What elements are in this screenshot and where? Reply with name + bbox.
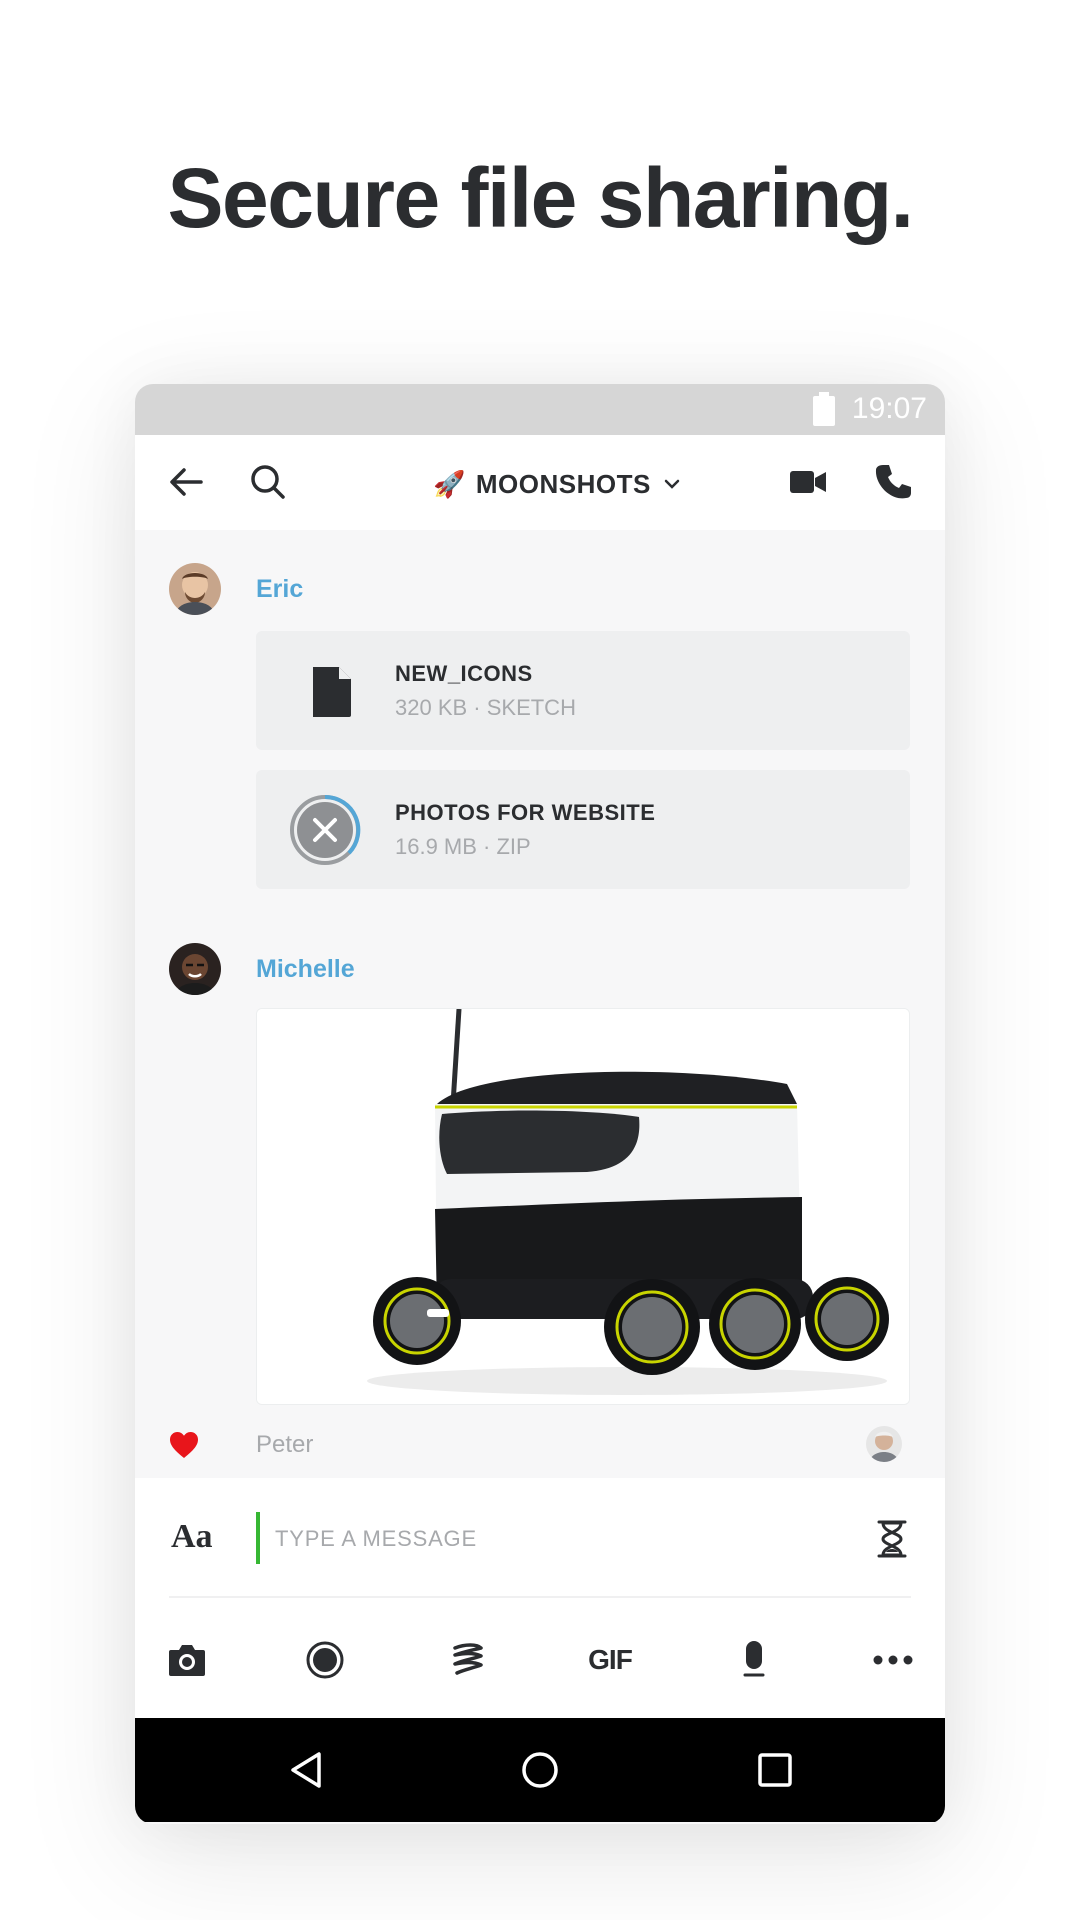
phone-frame: 19:07 🚀 MOONSHOTS Eric NEW_ICONS 320 KB …: [135, 384, 945, 1824]
text-format-button[interactable]: Aa: [171, 1518, 213, 1556]
input-toolbar: GIF: [135, 1598, 945, 1718]
chevron-down-icon: [664, 479, 680, 489]
camera-button[interactable]: [165, 1638, 209, 1682]
delivery-robot-image[interactable]: [256, 1008, 910, 1405]
file-attachment[interactable]: NEW_ICONS 320 KB · SKETCH: [256, 631, 910, 750]
system-navigation-bar: [135, 1718, 945, 1822]
heart-icon[interactable]: [169, 1431, 199, 1459]
more-icon: [873, 1655, 913, 1665]
text-cursor: [256, 1512, 260, 1564]
status-time: 19:07: [851, 392, 927, 425]
record-button[interactable]: [303, 1638, 347, 1682]
reaction-row: Peter: [135, 1415, 945, 1475]
more-button[interactable]: [871, 1638, 915, 1682]
file-meta: 320 KB · SKETCH: [395, 695, 576, 720]
avatar-michelle[interactable]: [169, 943, 221, 995]
back-arrow-icon[interactable]: [165, 461, 207, 503]
sketch-button[interactable]: [445, 1638, 489, 1682]
recents-square-icon[interactable]: [753, 1748, 797, 1792]
page-headline: Secure file sharing.: [167, 151, 914, 245]
status-bar: 19:07: [135, 384, 945, 435]
message-list: Eric NEW_ICONS 320 KB · SKETCH PHOTOS FO…: [135, 530, 945, 1478]
message-input[interactable]: TYPE A MESSAGE: [275, 1526, 477, 1552]
message-composer: Aa TYPE A MESSAGE: [135, 1478, 945, 1598]
back-triangle-icon[interactable]: [285, 1748, 329, 1792]
avatar-eric[interactable]: [169, 563, 221, 615]
file-icon: [313, 667, 351, 717]
sender-name-eric: Eric: [256, 575, 304, 603]
rocket-emoji: 🚀: [433, 468, 466, 499]
file-name: PHOTOS FOR WEBSITE: [395, 800, 656, 825]
record-icon: [306, 1641, 344, 1679]
microphone-icon: [743, 1641, 765, 1677]
reaction-name: Peter: [256, 1431, 314, 1458]
phone-call-icon[interactable]: [873, 461, 915, 503]
sketch-icon: [453, 1643, 483, 1675]
hourglass-icon[interactable]: [876, 1520, 908, 1558]
file-name: NEW_ICONS: [395, 661, 533, 686]
video-call-icon[interactable]: [787, 461, 829, 503]
file-attachment-downloading[interactable]: PHOTOS FOR WEBSITE 16.9 MB · ZIP: [256, 770, 910, 889]
gif-label: GIF: [588, 1644, 633, 1675]
home-circle-icon[interactable]: [518, 1748, 562, 1792]
conversation-header: 🚀 MOONSHOTS: [135, 435, 945, 530]
microphone-button[interactable]: [732, 1638, 776, 1682]
gif-button[interactable]: GIF: [585, 1638, 635, 1682]
conversation-title[interactable]: 🚀 MOONSHOTS: [433, 464, 683, 504]
file-meta: 16.9 MB · ZIP: [395, 834, 531, 859]
search-icon[interactable]: [247, 461, 289, 503]
cancel-download-icon[interactable]: [289, 794, 361, 866]
sender-name-michelle: Michelle: [256, 955, 355, 983]
camera-icon: [169, 1645, 205, 1676]
read-receipt-avatar: [866, 1426, 902, 1462]
conversation-name: MOONSHOTS: [475, 468, 651, 499]
battery-icon: [813, 392, 835, 426]
